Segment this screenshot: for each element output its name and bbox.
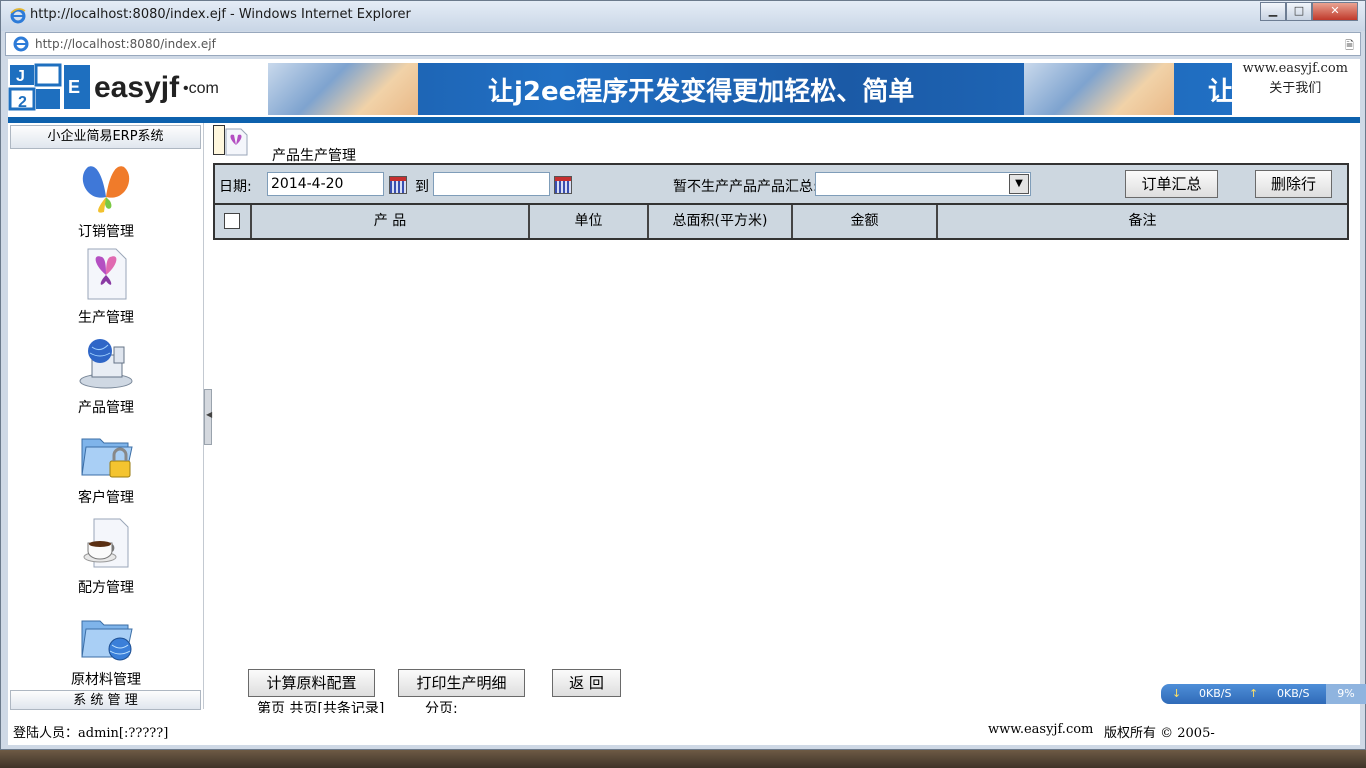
column-header-unit[interactable]: 单位: [530, 205, 649, 238]
calendar-icon[interactable]: [389, 176, 407, 194]
handshake-image: [1024, 63, 1174, 115]
address-bar[interactable]: http://localhost:8080/index.ejf 🗎: [5, 32, 1361, 56]
select-all-cell: [215, 205, 252, 238]
sidebar-system-section[interactable]: 系 统 管 理: [10, 690, 201, 710]
upload-arrow-icon: ↑: [1249, 687, 1259, 700]
page-content: J 2 E easyjf •com 让j2ee程序开发变得更加轻松、简单 让 w…: [8, 59, 1360, 745]
coffee-document-icon: [83, 518, 129, 568]
date-from-input[interactable]: [267, 172, 384, 196]
svg-text:2: 2: [18, 94, 27, 111]
date-label: 日期:: [219, 179, 252, 195]
network-meter: ↓ 0KB/S ↑ 0KB/S 9%: [1161, 684, 1366, 704]
upload-speed: 0KB/S: [1277, 687, 1310, 700]
window-title: http://localhost:8080/index.ejf - Window…: [30, 7, 411, 22]
globe-computer-icon: [79, 339, 133, 389]
minimize-button[interactable]: ▁: [1260, 2, 1286, 21]
banner-slogan-repeat: 让: [1208, 77, 1232, 107]
copyright: 版权所有 © 2005-: [1104, 726, 1215, 741]
sidebar-title[interactable]: 小企业简易ERP系统: [10, 125, 201, 149]
sidebar-item-products[interactable]: 产品管理: [8, 333, 204, 417]
sidebar-item-formula[interactable]: 配方管理: [8, 513, 204, 597]
summary-label: 暂不生产产品产品汇总:: [673, 179, 818, 195]
taskbar: [0, 750, 1366, 768]
logo: J 2 E easyjf •com: [8, 63, 264, 115]
logo-text: easyjf: [94, 71, 180, 104]
about-link[interactable]: 关于我们: [1243, 77, 1348, 96]
table-header: 产 品 单位 总面积(平方米) 金额 备注: [213, 203, 1349, 240]
summary-select[interactable]: ▼: [815, 172, 1031, 196]
column-header-product[interactable]: 产 品: [252, 205, 530, 238]
close-button[interactable]: ✕: [1312, 2, 1358, 21]
sidebar-item-materials[interactable]: 原材料管理: [8, 605, 204, 689]
filter-toolbar: 日期: 到 暂不生产产品产品汇总: ▼ 订单汇总 删除行: [213, 163, 1349, 205]
banner-slogan: 让j2ee程序开发变得更加轻松、简单: [488, 77, 915, 107]
locked-folder-icon: [81, 438, 133, 478]
select-all-checkbox[interactable]: [224, 213, 240, 229]
globe-folder-icon: [81, 620, 133, 661]
sidebar: 小企业简易ERP系统 订销管理 生产管理 产品管理 客户管理 配方管理 原材料管…: [8, 123, 204, 710]
sidebar-item-sales[interactable]: 订销管理: [8, 157, 204, 241]
date-to-input[interactable]: [433, 172, 550, 196]
column-header-amount[interactable]: 金额: [793, 205, 938, 238]
collapse-arrow-icon: ◀: [206, 410, 213, 419]
title-bar: http://localhost:8080/index.ejf - Window…: [1, 1, 1365, 31]
svg-text:J: J: [16, 68, 25, 85]
browser-window: http://localhost:8080/index.ejf - Window…: [0, 0, 1366, 750]
banner: 让j2ee程序开发变得更加轻松、简单 让: [268, 63, 1232, 115]
handshake-image: [268, 63, 418, 115]
url-text[interactable]: http://localhost:8080/index.ejf: [35, 37, 216, 51]
svg-text:E: E: [68, 77, 80, 97]
page-icon[interactable]: 🗎: [1345, 37, 1354, 56]
ie-icon: [13, 36, 29, 52]
document-butterfly-icon: [87, 248, 127, 300]
header-divider: [8, 117, 1360, 123]
column-header-remark[interactable]: 备注: [938, 205, 1347, 238]
butterfly-icon: [82, 166, 130, 213]
site-links: www.easyjf.com 关于我们: [1243, 61, 1348, 96]
calculate-materials-button[interactable]: 计算原料配置: [248, 669, 375, 697]
footer-site[interactable]: www.easyjf.com: [988, 722, 1093, 737]
logo-domain: •com: [183, 80, 219, 97]
order-summary-button[interactable]: 订单汇总: [1125, 170, 1218, 198]
cpu-percent: 9%: [1326, 684, 1366, 704]
site-url[interactable]: www.easyjf.com: [1243, 61, 1348, 76]
column-header-area[interactable]: 总面积(平方米): [649, 205, 793, 238]
sidebar-item-label: 订销管理: [78, 224, 134, 240]
sidebar-item-label: 原材料管理: [71, 672, 141, 688]
to-label: 到: [415, 179, 429, 195]
sidebar-item-customers[interactable]: 客户管理: [8, 423, 204, 507]
sidebar-splitter[interactable]: ◀: [204, 389, 212, 445]
ie-icon: [10, 8, 26, 24]
maximize-button[interactable]: □: [1286, 2, 1312, 21]
chevron-down-icon[interactable]: ▼: [1009, 174, 1029, 194]
document-butterfly-icon: [225, 128, 248, 156]
download-speed: 0KB/S: [1199, 687, 1232, 700]
sidebar-item-production[interactable]: 生产管理: [8, 243, 204, 327]
login-user: 登陆人员：admin[:?????]: [13, 726, 169, 741]
delete-row-button[interactable]: 删除行: [1255, 170, 1332, 198]
main-panel: 产品生产管理 日期: 到 暂不生产产品产品汇总: ▼ 订单汇总 删除行: [213, 125, 1353, 717]
calendar-icon[interactable]: [554, 176, 572, 194]
print-production-button[interactable]: 打印生产明细: [398, 669, 525, 697]
page-title: 产品生产管理: [272, 148, 356, 164]
sidebar-item-label: 客户管理: [78, 490, 134, 506]
sidebar-item-label: 产品管理: [78, 400, 134, 416]
status-bar: 登陆人员：admin[:?????] www.easyjf.com 版权所有 ©…: [8, 713, 1360, 745]
sidebar-item-label: 配方管理: [78, 580, 134, 596]
back-button[interactable]: 返 回: [552, 669, 621, 697]
sidebar-item-label: 生产管理: [78, 310, 134, 326]
download-arrow-icon: ↓: [1172, 687, 1182, 700]
